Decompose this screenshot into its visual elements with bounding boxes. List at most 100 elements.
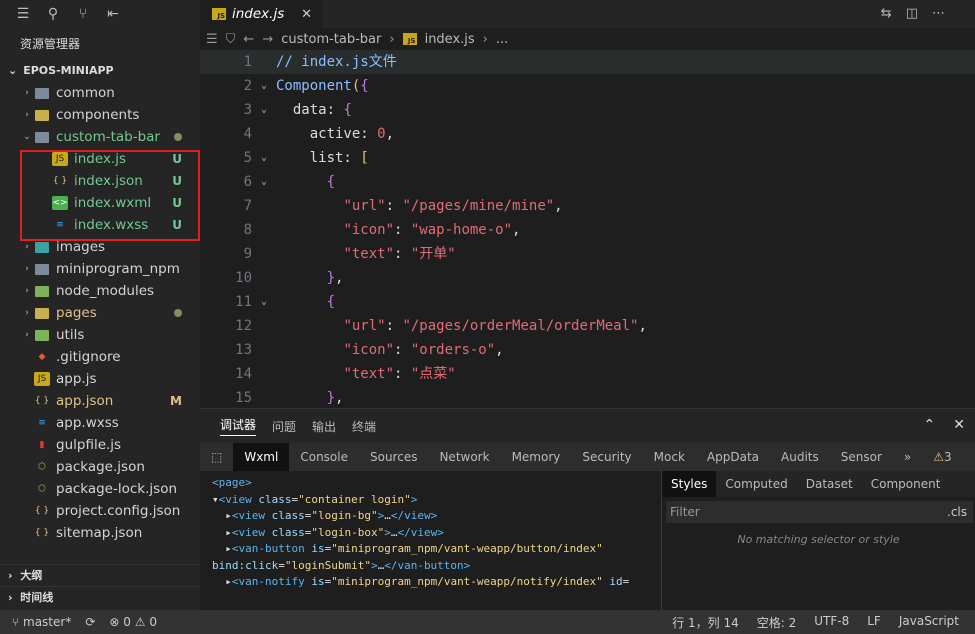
bookmark-icon[interactable]: ⛉ [226,32,236,47]
close-icon[interactable]: ✕ [953,417,965,433]
devtools-tab-appdata[interactable]: AppData [696,443,770,471]
styles-tab-styles[interactable]: Styles [662,471,717,497]
tree-item[interactable]: ⬡ package-lock.json [0,478,200,500]
tree-item[interactable]: › common [0,82,200,104]
styles-tab-dataset[interactable]: Dataset [797,471,862,497]
tab-debugger[interactable]: 调试器 [220,416,257,436]
warning-badge[interactable]: ⚠3 [922,443,962,471]
code-area[interactable]: 1// index.js文件 2 ⌄ Component({3 ⌄ data: {4 a… [200,50,975,408]
tree-item[interactable]: ≡ index.wxss U [0,214,200,236]
tree-item[interactable]: ≡ app.wxss [0,412,200,434]
devtools-tab-sensor[interactable]: Sensor [830,443,893,471]
cursor-position[interactable]: 行 1，列 14 [672,614,739,631]
wxml-node[interactable]: <page> [212,475,661,492]
code-line[interactable]: 1 // index.js文件 [200,50,975,74]
code-line[interactable]: 12 "url": "/pages/orderMeal/orderMeal", [200,314,975,338]
tree-item[interactable]: JS app.js [0,368,200,390]
fold-icon[interactable]: ⌄ [252,290,276,314]
problems-indicator[interactable]: ⊗ 0 ⚠ 0 [109,615,157,629]
tree-item[interactable]: › utils [0,324,200,346]
styles-filter-input[interactable]: Filter .cls [666,501,973,523]
devtools-tab-wxml[interactable]: Wxml [233,443,290,471]
menu-icon[interactable]: ☰ [8,0,38,28]
breadcrumb-folder[interactable]: custom-tab-bar [281,32,381,47]
devtools-tab-security[interactable]: Security [571,443,642,471]
devtools-tab-network[interactable]: Network [428,443,500,471]
close-icon[interactable]: ✕ [301,7,312,22]
tree-item[interactable]: › components [0,104,200,126]
collapse-panel-icon[interactable]: ⇤ [98,0,128,28]
back-icon[interactable]: ← [243,32,254,47]
tab-output[interactable]: 输出 [312,418,336,435]
chevron-up-icon[interactable]: ⌃ [924,417,936,433]
eol[interactable]: LF [867,614,881,631]
code-line[interactable]: 3 ⌄ data: { [200,98,975,122]
tree-item[interactable]: { } index.json U [0,170,200,192]
tree-item[interactable]: { } project.config.json [0,500,200,522]
cls-toggle[interactable]: .cls [947,501,967,523]
breadcrumb-file[interactable]: index.js [425,32,475,47]
styles-tab-computed[interactable]: Computed [716,471,796,497]
code-line[interactable]: 2 ⌄ Component({ [200,74,975,98]
tree-item[interactable]: ▮ gulpfile.js [0,434,200,456]
code-line[interactable]: 13 "icon": "orders-o", [200,338,975,362]
indentation[interactable]: 空格: 2 [757,614,797,631]
outline-section[interactable]: › 大纲 [0,564,200,586]
code-line[interactable]: 15 }, [200,386,975,410]
tree-item[interactable]: JS index.js U [0,148,200,170]
more-tabs-icon[interactable]: » [893,443,922,471]
wxml-node[interactable]: ▸<view class="login-bg">…</view> [212,508,661,525]
list-icon[interactable]: ☰ [206,32,218,47]
sync-icon[interactable]: ⟳ [85,615,95,629]
tree-item[interactable]: › images [0,236,200,258]
wxml-node[interactable]: ▸<van-notify is="miniprogram_npm/vant-we… [212,574,661,591]
tree-item[interactable]: › node_modules [0,280,200,302]
tree-item[interactable]: <> index.wxml U [0,192,200,214]
tree-item[interactable]: ⌄ custom-tab-bar [0,126,200,148]
inspect-icon[interactable]: ⬚ [200,443,233,471]
tree-item[interactable]: ⬡ package.json [0,456,200,478]
code-line[interactable]: 14 "text": "点菜" [200,362,975,386]
tree-item[interactable]: ◆ .gitignore [0,346,200,368]
wxml-node[interactable]: ▾<view class="container login"> [212,492,661,509]
editor-tab-index-js[interactable]: JS index.js ✕ [200,0,322,28]
source-control-icon[interactable]: ⑂ [68,0,98,28]
code-line[interactable]: 10 }, [200,266,975,290]
code-line[interactable]: 5 ⌄ list: [ [200,146,975,170]
tree-item[interactable]: { } sitemap.json [0,522,200,544]
breadcrumb-more[interactable]: ... [496,32,508,47]
code-line[interactable]: 9 "text": "开单" [200,242,975,266]
language-mode[interactable]: JavaScript [899,614,959,631]
split-editor-icon[interactable]: ◫ [906,6,918,21]
wxml-node[interactable]: ▸<view class="login-box">…</view> [212,525,661,542]
wxml-node[interactable]: ▸<van-button is="miniprogram_npm/vant-we… [212,541,661,558]
code-line[interactable]: 7 "url": "/pages/mine/mine", [200,194,975,218]
compare-icon[interactable]: ⇆ [881,6,892,21]
tree-item[interactable]: › pages [0,302,200,324]
code-line[interactable]: 4 active: 0, [200,122,975,146]
forward-icon[interactable]: → [262,32,273,47]
code-line[interactable]: 8 "icon": "wap-home-o", [200,218,975,242]
code-line[interactable]: 11 ⌄ { [200,290,975,314]
search-icon[interactable]: ⚲ [38,0,68,28]
kebab-menu-icon[interactable]: ⋮ [963,443,975,471]
timeline-section[interactable]: › 时间线 [0,586,200,608]
project-header[interactable]: ⌄ EPOS-MINIAPP [0,60,200,82]
fold-icon[interactable]: ⌄ [252,98,276,122]
tree-item[interactable]: { } app.json M [0,390,200,412]
styles-tab-component-data[interactable]: Component Data [862,471,975,517]
fold-icon[interactable]: ⌄ [252,146,276,170]
more-icon[interactable]: ⋯ [932,6,945,21]
tab-problems[interactable]: 问题 [272,418,296,435]
fold-icon[interactable]: ⌄ [252,170,276,194]
wxml-node[interactable]: bind:click="loginSubmit">…</van-button> [212,558,661,575]
tree-item[interactable]: › miniprogram_npm [0,258,200,280]
devtools-tab-sources[interactable]: Sources [359,443,428,471]
wxml-tree[interactable]: <page> ▾<view class="container login"> ▸<… [200,471,662,610]
devtools-tab-audits[interactable]: Audits [770,443,830,471]
devtools-tab-mock[interactable]: Mock [643,443,696,471]
fold-icon[interactable]: ⌄ [252,74,276,98]
devtools-tab-memory[interactable]: Memory [501,443,572,471]
devtools-tab-console[interactable]: Console [289,443,359,471]
tab-terminal[interactable]: 终端 [352,418,376,435]
